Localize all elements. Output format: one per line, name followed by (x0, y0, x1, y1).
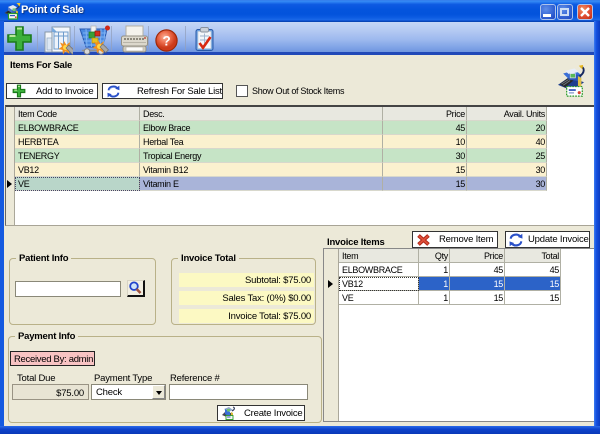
svg-text:?: ? (162, 34, 170, 49)
